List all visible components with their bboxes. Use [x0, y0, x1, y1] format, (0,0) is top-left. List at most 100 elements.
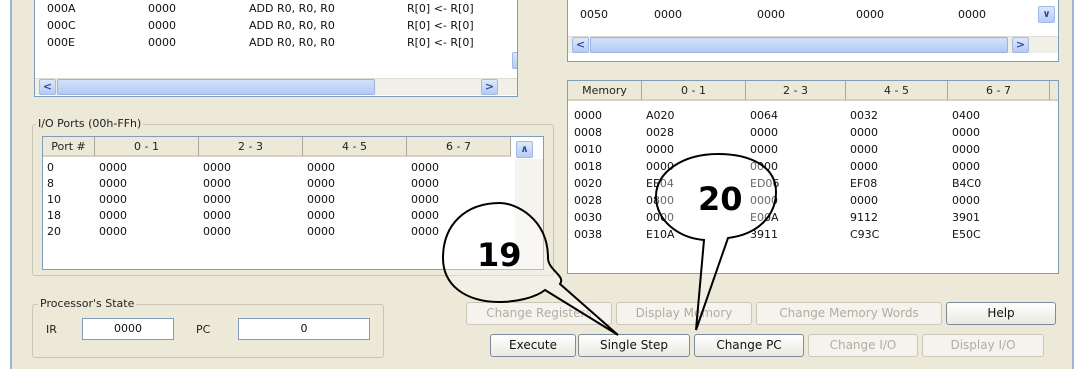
- code-description: R[0] <- R[0]: [407, 2, 474, 15]
- table-row[interactable]: 8 0000 0000 0000 0000: [43, 177, 511, 191]
- code-instruction: ADD R0, R0, R0: [249, 2, 335, 15]
- table-row[interactable]: 0018 0000 0000 0000 0000: [568, 160, 1048, 174]
- port-value: 0000: [411, 193, 439, 206]
- memory-value: 0800: [646, 194, 674, 207]
- code-address: 000E: [47, 36, 75, 49]
- scroll-right-button[interactable]: >: [481, 79, 498, 95]
- memory-value: 0000: [750, 143, 778, 156]
- memory-value: A020: [646, 109, 675, 122]
- table-row[interactable]: 0010 0000 0000 0000 0000: [568, 143, 1048, 157]
- column-header[interactable]: Memory: [568, 81, 642, 101]
- table-row[interactable]: 0038 E10A 3911 C93C E50C: [568, 228, 1048, 242]
- register-row[interactable]: 0050 0000 0000 0000 0000: [568, 8, 1028, 22]
- column-header[interactable]: 0 - 1: [642, 81, 746, 101]
- register-cell: 0000: [856, 8, 884, 21]
- memory-value: 3911: [750, 228, 778, 241]
- port-number: 10: [47, 193, 61, 206]
- column-header[interactable]: 4 - 5: [846, 81, 948, 101]
- callout-20-number: 20: [698, 180, 743, 218]
- horizontal-scrollbar[interactable]: < >: [35, 78, 517, 95]
- column-header[interactable]: 2 - 3: [199, 137, 303, 157]
- column-header[interactable]: 2 - 3: [746, 81, 846, 101]
- column-header[interactable]: 6 - 7: [407, 137, 511, 157]
- memory-value: EE04: [646, 177, 674, 190]
- scroll-down-button[interactable]: ∨: [1038, 6, 1055, 23]
- scrollbar-thumb[interactable]: [590, 37, 1008, 53]
- memory-value: 0000: [646, 211, 674, 224]
- port-value: 0000: [99, 177, 127, 190]
- change-io-button[interactable]: Change I/O: [808, 334, 918, 357]
- column-header[interactable]: Port #: [43, 137, 95, 157]
- table-row[interactable]: 0020 EE04 ED06 EF08 B4C0: [568, 177, 1048, 191]
- callout-19-number: 19: [477, 236, 522, 274]
- table-row[interactable]: 10 0000 0000 0000 0000: [43, 193, 511, 207]
- table-row[interactable]: 18 0000 0000 0000 0000: [43, 209, 511, 223]
- memory-value: 0000: [952, 160, 980, 173]
- table-row[interactable]: 0000 A020 0064 0032 0400: [568, 109, 1048, 123]
- code-listing-panel: 000A 0000 ADD R0, R0, R0 R[0] <- R[0] 00…: [34, 0, 518, 97]
- pc-field[interactable]: 0: [238, 318, 370, 340]
- port-value: 0000: [203, 193, 231, 206]
- code-value: 0000: [148, 2, 176, 15]
- code-value: 0000: [148, 19, 176, 32]
- change-pc-button[interactable]: Change PC: [694, 334, 804, 357]
- memory-value: 0000: [750, 126, 778, 139]
- execute-button[interactable]: Execute: [490, 334, 576, 357]
- scroll-down-button[interactable]: ∨: [512, 52, 517, 69]
- port-value: 0000: [203, 209, 231, 222]
- port-number: 18: [47, 209, 61, 222]
- memory-value: E50C: [952, 228, 981, 241]
- port-value: 0000: [203, 161, 231, 174]
- memory-address: 0008: [574, 126, 602, 139]
- display-memory-button[interactable]: Display Memory: [616, 302, 752, 325]
- code-row[interactable]: 000C 0000 ADD R0, R0, R0 R[0] <- R[0]: [35, 19, 505, 33]
- scrollbar-thumb[interactable]: [57, 79, 375, 95]
- help-button[interactable]: Help: [946, 302, 1056, 325]
- pc-label: PC: [196, 323, 211, 336]
- port-value: 0000: [99, 193, 127, 206]
- port-number: 8: [47, 177, 54, 190]
- memory-value: 0064: [750, 109, 778, 122]
- change-memory-words-button[interactable]: Change Memory Words: [756, 302, 942, 325]
- column-header[interactable]: 0 - 1: [95, 137, 199, 157]
- processor-state-title: Processor's State: [38, 297, 137, 310]
- table-row[interactable]: 0028 0800 0000 0000 0000: [568, 194, 1048, 208]
- port-value: 0000: [99, 209, 127, 222]
- code-row[interactable]: 000A 0000 ADD R0, R0, R0 R[0] <- R[0]: [35, 2, 505, 16]
- table-row[interactable]: 0 0000 0000 0000 0000: [43, 161, 511, 175]
- memory-value: 0000: [850, 194, 878, 207]
- display-io-button[interactable]: Display I/O: [922, 334, 1044, 357]
- single-step-button[interactable]: Single Step: [578, 334, 690, 357]
- register-cell: 0000: [757, 8, 785, 21]
- code-value: 0000: [148, 36, 176, 49]
- scroll-right-button[interactable]: >: [1012, 37, 1029, 53]
- port-value: 0000: [203, 177, 231, 190]
- memory-value: 0400: [952, 109, 980, 122]
- horizontal-scrollbar[interactable]: < >: [568, 36, 1058, 53]
- change-registers-button[interactable]: Change Registers: [466, 302, 612, 325]
- column-header-filler: [1050, 81, 1058, 101]
- table-row[interactable]: 0008 0028 0000 0000 0000: [568, 126, 1048, 140]
- table-row[interactable]: 20 0000 0000 0000 0000: [43, 225, 511, 239]
- column-header[interactable]: 4 - 5: [303, 137, 407, 157]
- scroll-left-button[interactable]: <: [572, 37, 589, 53]
- ir-label: IR: [46, 323, 57, 336]
- memory-value: 0000: [850, 143, 878, 156]
- simulator-window: 000A 0000 ADD R0, R0, R0 R[0] <- R[0] 00…: [10, 0, 1074, 369]
- table-row[interactable]: 0030 0000 E00A 9112 3901: [568, 211, 1048, 225]
- port-value: 0000: [411, 225, 439, 238]
- scroll-up-button[interactable]: ∧: [516, 141, 533, 158]
- register-cell: 0050: [580, 8, 608, 21]
- port-value: 0000: [411, 177, 439, 190]
- memory-value: 0000: [750, 194, 778, 207]
- memory-value: 0000: [850, 126, 878, 139]
- ir-field[interactable]: 0000: [82, 318, 174, 340]
- io-ports-table: Port # 0 - 1 2 - 3 4 - 5 6 - 7 ∧ 0 0000 …: [42, 136, 544, 270]
- memory-value: C93C: [850, 228, 880, 241]
- scroll-left-button[interactable]: <: [39, 79, 56, 95]
- memory-value: 0028: [646, 126, 674, 139]
- column-header[interactable]: 6 - 7: [948, 81, 1050, 101]
- code-instruction: ADD R0, R0, R0: [249, 36, 335, 49]
- code-row[interactable]: 000E 0000 ADD R0, R0, R0 R[0] <- R[0]: [35, 36, 505, 50]
- port-value: 0000: [411, 209, 439, 222]
